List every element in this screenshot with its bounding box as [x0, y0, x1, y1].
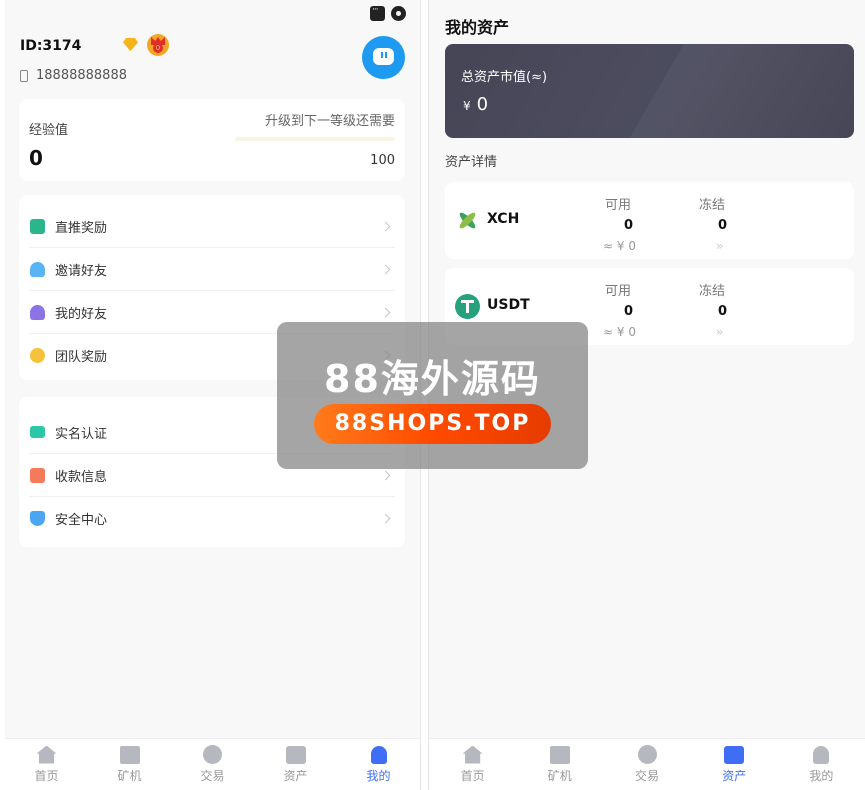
- nav-home[interactable]: 首页: [429, 739, 516, 790]
- cny-value: ≈ ¥ 0: [603, 239, 636, 253]
- frozen-value: 0: [718, 304, 728, 319]
- shield-icon: [30, 511, 45, 526]
- page-title: 我的资产: [445, 18, 510, 37]
- phone-icon: [20, 69, 28, 82]
- menu-item-label: 直推奖励: [55, 220, 108, 236]
- wallet-icon: [30, 467, 45, 483]
- invite-user-icon: [30, 261, 45, 277]
- trade-icon: [637, 745, 657, 764]
- top-actions: [370, 5, 406, 21]
- nav-trade[interactable]: 交易: [603, 739, 690, 790]
- nav-miner[interactable]: 矿机: [88, 739, 171, 790]
- chevron-right-icon: [380, 470, 391, 480]
- trade-icon: [203, 745, 222, 764]
- nav-label: 资产: [722, 768, 747, 783]
- frozen-label: 冻结: [699, 198, 726, 213]
- next-level-value: 100: [370, 153, 395, 168]
- menu-item-invite-friends[interactable]: 邀请好友: [29, 248, 395, 291]
- diamond-icon: [123, 38, 138, 51]
- home-icon: [36, 745, 57, 764]
- nav-label: 我的: [366, 768, 391, 783]
- gear-icon[interactable]: [391, 6, 406, 21]
- nav-label: 矿机: [117, 768, 142, 783]
- coin-name: USDT: [487, 297, 530, 313]
- menu-item-label: 邀请好友: [55, 263, 108, 279]
- user-id: ID:3174: [20, 38, 82, 54]
- wallet-icon: [724, 745, 745, 764]
- wallet-icon: [285, 745, 306, 764]
- cny-value: ≈ ¥ 0: [603, 325, 636, 339]
- menu-item-label: 我的好友: [55, 306, 108, 322]
- nav-label: 交易: [200, 769, 225, 783]
- phone-number: 18888888888: [36, 68, 127, 83]
- nav-me[interactable]: 我的: [778, 739, 865, 790]
- total-assets-value: 0: [476, 94, 489, 115]
- pie-chart-icon: [30, 348, 45, 363]
- asset-card-xch[interactable]: XCH 可用 冻结 0 0 ≈ ¥ 0 »: [445, 182, 854, 259]
- miner-icon: [119, 745, 140, 764]
- double-chevron-right-icon[interactable]: »: [716, 325, 723, 339]
- nav-trade[interactable]: 交易: [171, 739, 254, 790]
- chevron-right-icon: [380, 221, 391, 231]
- available-value: 0: [624, 304, 634, 319]
- chevron-right-icon: [380, 264, 391, 274]
- nav-label: 首页: [460, 768, 485, 783]
- nav-assets[interactable]: 资产: [691, 739, 778, 790]
- total-assets-value-row: ¥0: [463, 94, 488, 115]
- id-card-icon: [30, 426, 45, 438]
- nav-me[interactable]: 我的: [337, 739, 420, 790]
- bottom-nav: 首页 矿机 交易 资产 我的: [5, 738, 420, 790]
- nav-label: 交易: [635, 769, 660, 783]
- user-icon: [813, 745, 830, 764]
- friends-icon: [30, 304, 45, 320]
- crown-level: 0: [153, 43, 163, 53]
- message-icon[interactable]: [370, 5, 385, 21]
- avatar[interactable]: [362, 36, 405, 79]
- nav-label: 我的: [809, 768, 834, 783]
- menu-item-direct-reward[interactable]: 直推奖励: [29, 205, 395, 248]
- xch-coin-icon: [455, 208, 480, 233]
- nav-home[interactable]: 首页: [5, 739, 88, 790]
- available-label: 可用: [605, 284, 632, 299]
- total-assets-label: 总资产市值(≈): [461, 70, 548, 85]
- chevron-right-icon: [380, 513, 391, 524]
- coin-name: XCH: [487, 211, 520, 227]
- available-label: 可用: [605, 198, 632, 213]
- nav-assets[interactable]: 资产: [254, 739, 337, 790]
- frozen-label: 冻结: [699, 284, 726, 299]
- miner-icon: [549, 745, 570, 764]
- upgrade-hint: 升级到下一等级还需要: [264, 114, 395, 129]
- available-value: 0: [624, 218, 634, 233]
- total-assets-card: 总资产市值(≈) ¥0: [445, 44, 854, 138]
- home-icon: [462, 745, 483, 764]
- currency-symbol: ¥: [463, 99, 471, 113]
- usdt-coin-icon: [455, 294, 480, 319]
- nav-miner[interactable]: 矿机: [516, 739, 603, 790]
- watermark: 88海外源码 88SHOPS.TOP: [277, 322, 588, 469]
- watermark-title: 88海外源码: [324, 357, 541, 401]
- watermark-url: 88SHOPS.TOP: [314, 404, 551, 444]
- nav-label: 首页: [34, 768, 59, 783]
- asset-detail-title: 资产详情: [445, 155, 498, 170]
- menu-item-security-center[interactable]: 安全中心: [29, 497, 395, 540]
- double-chevron-right-icon[interactable]: »: [716, 239, 723, 253]
- experience-progress-bar: [235, 137, 395, 141]
- chevron-right-icon: [380, 307, 391, 317]
- frozen-value: 0: [718, 218, 728, 233]
- menu-item-label: 安全中心: [55, 513, 108, 528]
- experience-value: 0: [29, 146, 43, 170]
- nav-label: 矿机: [547, 768, 572, 783]
- crown-level-badge: 0: [147, 34, 169, 56]
- thumb-up-icon: [30, 218, 45, 234]
- experience-card: 经验值 0 升级到下一等级还需要 100: [19, 99, 405, 181]
- bottom-nav: 首页 矿机 交易 资产 我的: [429, 738, 865, 790]
- user-icon: [370, 745, 387, 764]
- experience-label: 经验值: [29, 123, 69, 138]
- phone-row: 18888888888: [20, 68, 127, 83]
- nav-label: 资产: [283, 768, 308, 783]
